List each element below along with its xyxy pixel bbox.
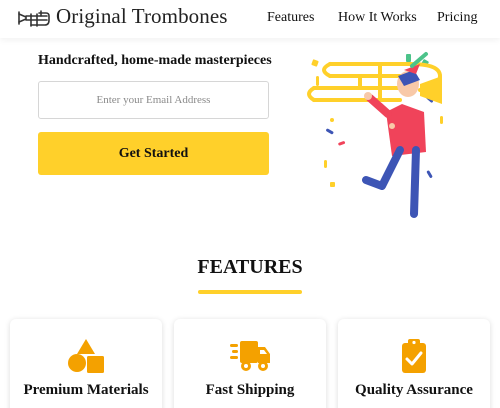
features-heading-underline [198,290,302,294]
get-started-button[interactable]: Get Started [38,132,269,175]
nav-link-how-it-works[interactable]: How It Works [338,10,417,26]
feature-card-title: Premium Materials [23,382,149,398]
nav-link-features[interactable]: Features [267,10,314,26]
nav-link-pricing[interactable]: Pricing [437,10,477,26]
feature-card-fast-shipping: Fast Shipping [174,319,326,408]
shipping-truck-icon [230,341,270,371]
feature-card-title: Quality Assurance [355,382,473,398]
trombone-player-illustration [307,52,443,218]
feature-card-title: Fast Shipping [205,382,295,398]
top-navbar: Original Trombones Features How It Works… [0,0,500,38]
clipboard-check-icon [402,339,426,373]
features-heading: FEATURES [197,256,303,278]
hero-title: Handcrafted, home-made masterpieces [38,53,272,68]
shapes-icon [68,339,104,373]
email-input[interactable] [38,81,269,119]
brand-name[interactable]: Original Trombones [56,4,228,29]
feature-card-premium-materials: Premium Materials [10,319,162,408]
trombone-logo-icon[interactable] [17,8,51,28]
feature-card-quality-assurance: Quality Assurance [338,319,490,408]
